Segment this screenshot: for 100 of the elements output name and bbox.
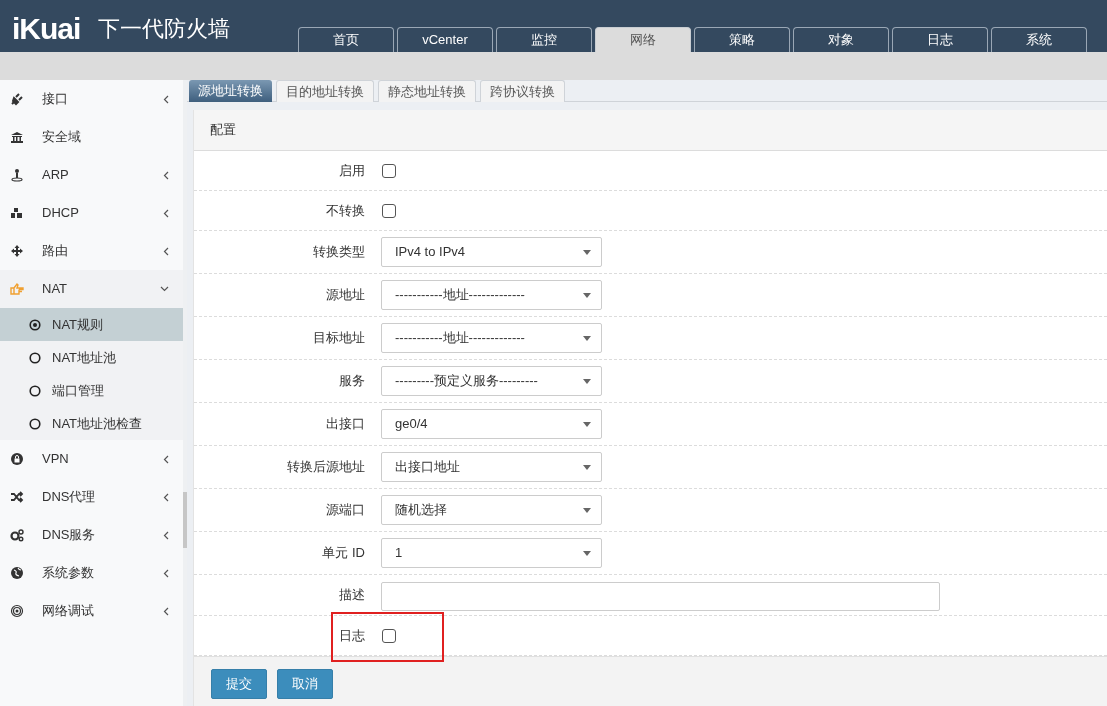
sidebar-item[interactable]: 安全域 xyxy=(0,118,183,156)
dropdown[interactable]: -----------地址------------- xyxy=(381,323,602,353)
checkbox[interactable] xyxy=(382,203,396,218)
dropdown[interactable]: 随机选择 xyxy=(381,495,602,525)
nav-tab[interactable]: vCenter xyxy=(397,27,493,52)
field-label: 不转换 xyxy=(325,201,366,220)
dropdown[interactable]: -----------地址------------- xyxy=(381,280,602,310)
sidebar-sublabel: NAT地址池 xyxy=(52,348,117,367)
scrollbar[interactable] xyxy=(183,492,187,548)
sidebar-label: DNS代理 xyxy=(42,488,97,507)
field-label: 日志 xyxy=(338,626,366,645)
sub-tab[interactable]: 目的地址转换 xyxy=(276,80,374,102)
nav-tab[interactable]: 日志 xyxy=(892,27,988,52)
move-arrows-icon xyxy=(10,244,24,258)
pointing-hand-icon xyxy=(10,282,24,296)
radio-icon xyxy=(29,351,41,364)
sidebar-label: DHCP xyxy=(42,204,80,223)
sidebar-subitem[interactable]: NAT地址池检查 xyxy=(0,407,183,440)
sidebar-item[interactable]: ARP xyxy=(0,156,183,194)
caret-down-icon xyxy=(583,421,591,427)
bank-icon xyxy=(10,130,24,144)
sidebar-item[interactable]: DHCP xyxy=(0,194,183,232)
shuffle-icon xyxy=(10,490,24,504)
dropdown[interactable]: ge0/4 xyxy=(381,409,602,439)
caret-down-icon xyxy=(583,507,591,513)
sidebar-item[interactable]: DNS代理 xyxy=(0,478,183,516)
text-field[interactable] xyxy=(381,581,940,611)
dropdown-value: 出接口地址 xyxy=(395,458,461,477)
caret-down-icon xyxy=(583,249,591,255)
sub-tab[interactable]: 跨协议转换 xyxy=(480,80,565,102)
sidebar-item[interactable]: 接口 xyxy=(0,80,183,118)
nav-tab[interactable]: 首页 xyxy=(298,27,394,52)
sub-tab[interactable]: 静态地址转换 xyxy=(378,80,476,102)
nav-tab[interactable]: 对象 xyxy=(793,27,889,52)
sidebar-label: ARP xyxy=(42,166,70,185)
caret-down-icon xyxy=(583,464,591,470)
sidebar-sublabel: NAT规则 xyxy=(52,315,104,334)
sidebar-item[interactable]: VPN xyxy=(0,440,183,478)
cubes-icon xyxy=(10,206,24,220)
person-icon xyxy=(10,168,24,182)
sidebar-sublabel: NAT地址池检查 xyxy=(52,414,143,433)
plug-icon xyxy=(10,92,24,106)
sidebar-sublabel: 端口管理 xyxy=(52,381,104,400)
sidebar-subitem[interactable]: 端口管理 xyxy=(0,374,183,407)
field-label: 转换类型 xyxy=(312,243,366,262)
field-label: 服务 xyxy=(338,372,366,391)
dropdown[interactable]: 出接口地址 xyxy=(381,452,602,482)
field-label: 源端口 xyxy=(325,501,366,520)
nav-tab[interactable]: 网络 xyxy=(595,27,691,52)
sidebar-label: 接口 xyxy=(42,90,69,109)
sidebar-subitem[interactable]: NAT地址池 xyxy=(0,341,183,374)
sidebar-label: 系统参数 xyxy=(42,564,95,583)
field-label: 启用 xyxy=(338,161,366,180)
caret-down-icon xyxy=(583,335,591,341)
sidebar-item[interactable]: 路由 xyxy=(0,232,183,270)
sidebar-item[interactable]: NAT xyxy=(0,270,183,308)
caret-down-icon xyxy=(583,550,591,556)
globe-icon xyxy=(10,566,24,580)
field-label: 目标地址 xyxy=(312,329,366,348)
field-label: 转换后源地址 xyxy=(286,458,366,477)
dropdown-value: IPv4 to IPv4 xyxy=(395,243,467,262)
logo: iKuai xyxy=(12,11,81,47)
field-label: 单元 ID xyxy=(321,544,366,563)
sidebar-label: 安全域 xyxy=(42,128,82,147)
sidebar-label: 路由 xyxy=(42,242,69,261)
nav-tab[interactable]: 监控 xyxy=(496,27,592,52)
radio-icon xyxy=(29,384,41,397)
dropdown-value: -----------地址------------- xyxy=(395,286,526,305)
radio-icon xyxy=(29,417,41,430)
field-label: 出接口 xyxy=(325,415,366,434)
sidebar-label: NAT xyxy=(42,280,69,299)
sidebar-item[interactable]: 网络调试 xyxy=(0,592,183,630)
sidebar-subitem[interactable]: NAT规则 xyxy=(0,308,183,341)
caret-down-icon xyxy=(583,378,591,384)
sidebar-label: VPN xyxy=(42,450,70,469)
sidebar-item[interactable]: 系统参数 xyxy=(0,554,183,592)
form-button[interactable]: 取消 xyxy=(277,669,333,699)
dropdown[interactable]: ---------预定义服务--------- xyxy=(381,366,602,396)
sidebar-label: DNS服务 xyxy=(42,526,97,545)
field-label: 描述 xyxy=(338,586,366,605)
form-button[interactable]: 提交 xyxy=(211,669,267,699)
sidebar-label: 网络调试 xyxy=(42,602,95,621)
dropdown-value: ge0/4 xyxy=(395,415,429,434)
checkbox[interactable] xyxy=(382,163,396,178)
caret-down-icon xyxy=(583,292,591,298)
nav-tab[interactable]: 策略 xyxy=(694,27,790,52)
nav-tab[interactable]: 系统 xyxy=(991,27,1087,52)
sub-tab[interactable]: 源地址转换 xyxy=(189,80,272,102)
sidebar-item[interactable]: DNS服务 xyxy=(0,516,183,554)
product-title: 下一代防火墙 xyxy=(98,15,231,43)
radio-selected-icon xyxy=(29,318,41,331)
dropdown-value: 随机选择 xyxy=(395,501,448,520)
lock-icon xyxy=(10,452,24,466)
dropdown[interactable]: IPv4 to IPv4 xyxy=(381,237,602,267)
panel-title: 配置 xyxy=(210,121,236,140)
dropdown[interactable]: 1 xyxy=(381,538,602,568)
target-icon xyxy=(10,604,24,618)
gears-icon xyxy=(10,528,24,542)
checkbox[interactable] xyxy=(382,628,396,643)
dropdown-value: ---------预定义服务--------- xyxy=(395,372,539,391)
